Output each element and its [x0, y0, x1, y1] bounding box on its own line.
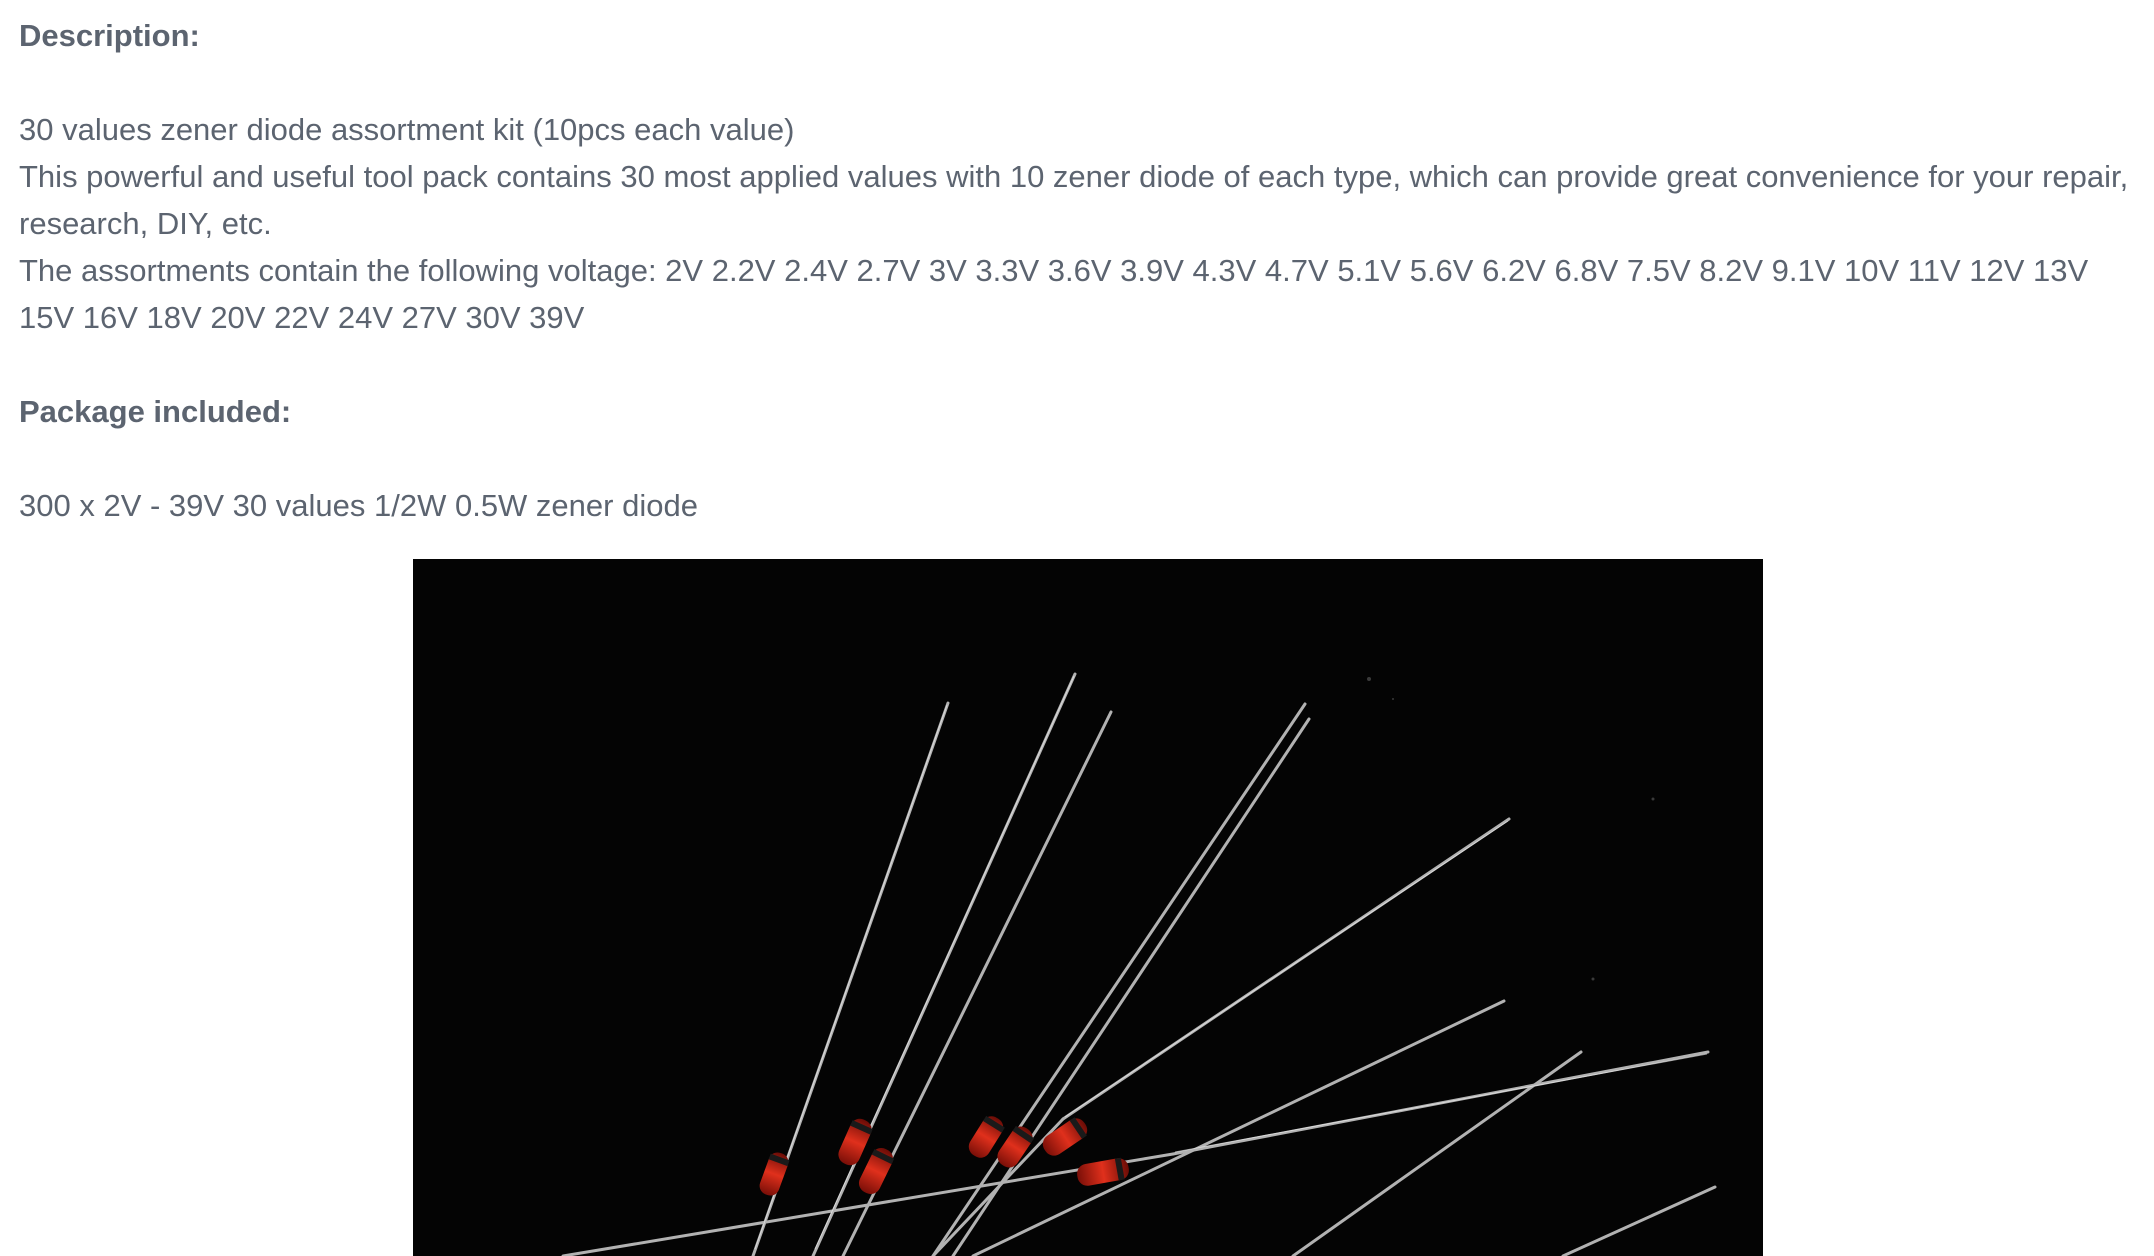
description-line-voltages: The assortments contain the following vo… [19, 253, 2089, 335]
package-line: 300 x 2V - 39V 30 values 1/2W 0.5W zener… [19, 488, 698, 523]
dust-specks [1367, 677, 1655, 981]
description-heading: Description: [19, 18, 200, 53]
lead-highlights [754, 675, 1708, 1250]
diode-leads [561, 672, 1717, 1256]
description-line-kit: 30 values zener diode assortment kit (10… [19, 112, 795, 147]
zener-diodes-photo [413, 559, 1763, 1256]
description-line-usage: This powerful and useful tool pack conta… [19, 159, 2129, 241]
product-description: Description: 30 values zener diode assor… [19, 12, 2139, 529]
diode-bodies [759, 1115, 1129, 1196]
package-heading: Package included: [19, 394, 292, 429]
diodes-illustration [561, 672, 1717, 1256]
